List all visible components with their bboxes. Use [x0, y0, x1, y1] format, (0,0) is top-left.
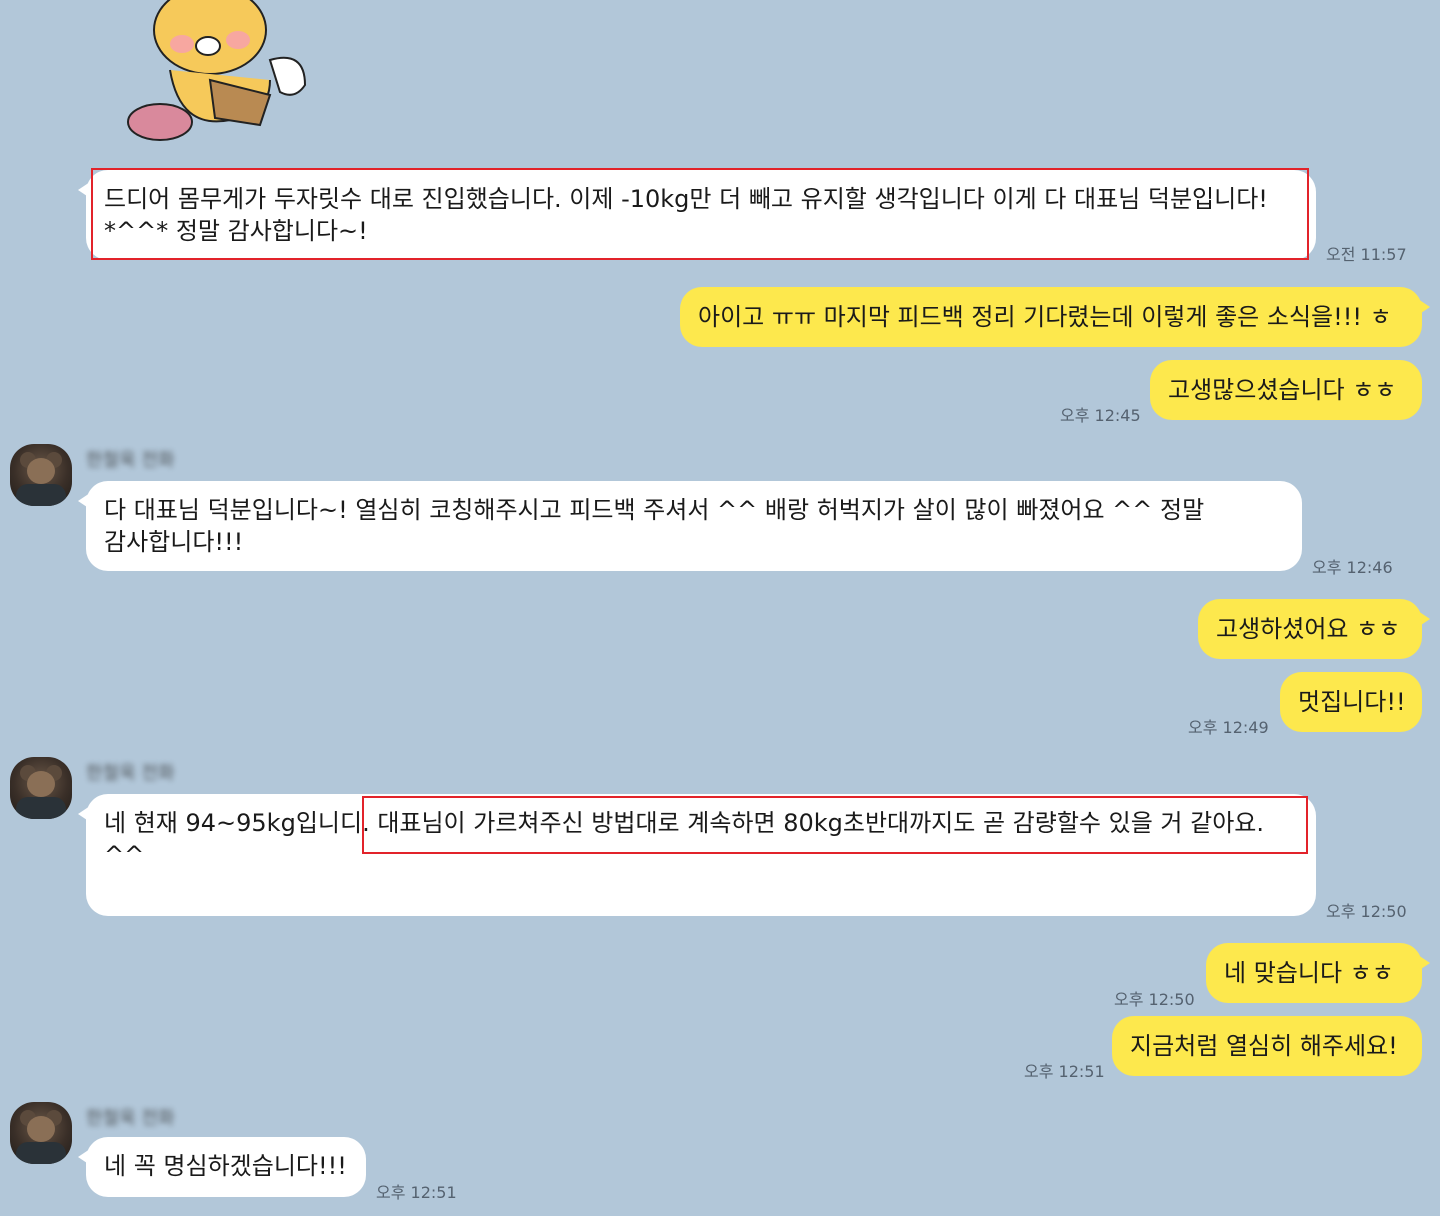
avatar[interactable] — [10, 444, 72, 506]
message-time: 오후 12:51 — [1024, 1062, 1105, 1081]
message-text: 아이고 ㅠㅠ 마지막 피드백 정리 기다렸는데 이렇게 좋은 소식을!!! ㅎ — [698, 303, 1392, 331]
message-bubble[interactable]: 고생하셨어요 ㅎㅎ — [1198, 599, 1430, 659]
sender-name: 한철욱 전화 — [86, 1108, 175, 1129]
sender-name: 한철욱 전화 — [86, 763, 175, 784]
message-text: 고생많으셨습니다 ㅎㅎ — [1168, 376, 1397, 404]
message-time: 오후 12:51 — [376, 1183, 457, 1202]
message-text: 네 꼭 명심하겠습니다!!! — [104, 1152, 347, 1180]
avatar[interactable] — [10, 1102, 72, 1164]
message-time: 오후 12:50 — [1326, 902, 1407, 921]
message-bubble[interactable]: 지금처럼 열심히 해주세요! — [1112, 1016, 1422, 1076]
message-time: 오후 12:50 — [1114, 990, 1195, 1009]
message-time: 오후 12:49 — [1188, 718, 1269, 737]
message-bubble[interactable]: 멋집니다!! — [1280, 672, 1422, 732]
message-bubble[interactable]: 고생많으셨습니다 ㅎㅎ — [1150, 360, 1422, 420]
avatar[interactable] — [10, 757, 72, 819]
message-time: 오전 11:57 — [1326, 245, 1407, 264]
bear-sticker-image — [127, 0, 307, 141]
message-text: 네 현재 94~95kg입니디 — [104, 809, 363, 837]
message-bubble[interactable]: 아이고 ㅠㅠ 마지막 피드백 정리 기다렸는데 이렇게 좋은 소식을!!! ㅎ — [680, 287, 1430, 347]
message-text: 멋집니다!! — [1298, 688, 1406, 716]
highlight-box — [91, 168, 1309, 260]
highlight-box — [362, 796, 1308, 854]
message-text: 네 맞습니다 ㅎㅎ — [1224, 959, 1394, 987]
message-time: 오후 12:45 — [1060, 406, 1141, 425]
message-bubble[interactable]: 다 대표님 덕분입니다~! 열심히 코칭해주시고 피드백 주셔서 ^^ 배랑 허… — [78, 481, 1302, 571]
message-bubble[interactable]: 네 꼭 명심하겠습니다!!! — [78, 1137, 366, 1197]
message-text: 고생하셨어요 ㅎㅎ — [1216, 615, 1401, 643]
sender-name: 한철욱 전화 — [86, 450, 175, 471]
message-text: 지금처럼 열심히 해주세요! — [1130, 1032, 1398, 1060]
message-bubble[interactable]: 네 맞습니다 ㅎㅎ — [1206, 943, 1430, 1003]
message-text: 다 대표님 덕분입니다~! 열심히 코칭해주시고 피드백 주셔서 ^^ 배랑 허… — [104, 496, 1205, 556]
message-text: ^^ — [104, 841, 145, 869]
message-time: 오후 12:46 — [1312, 558, 1393, 577]
